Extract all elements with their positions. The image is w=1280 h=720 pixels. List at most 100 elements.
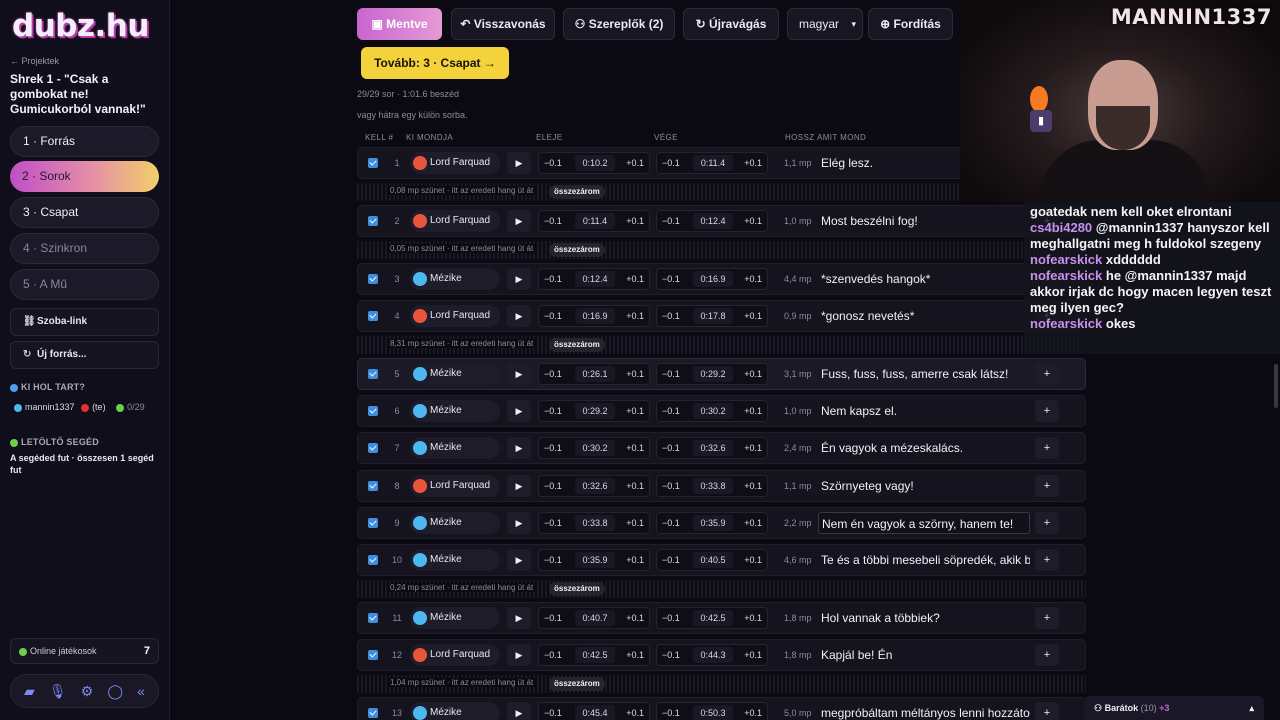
end-minus-button[interactable]: −0.1 — [662, 153, 680, 173]
line-text-input[interactable]: *gonosz nevetés* — [818, 305, 1030, 327]
start-plus-button[interactable]: +0.1 — [626, 269, 644, 289]
start-minus-button[interactable]: −0.1 — [544, 269, 562, 289]
end-minus-button[interactable]: −0.1 — [662, 608, 680, 628]
start-minus-button[interactable]: −0.1 — [544, 513, 562, 533]
end-time-input[interactable]: 0:50.3 — [693, 705, 733, 720]
end-plus-button[interactable]: +0.1 — [744, 608, 762, 628]
start-minus-button[interactable]: −0.1 — [544, 153, 562, 173]
add-line-button[interactable]: + — [1035, 607, 1059, 629]
start-time-input[interactable]: 0:11.4 — [575, 213, 615, 229]
play-button[interactable]: ▶ — [507, 437, 531, 459]
include-checkbox[interactable] — [368, 311, 378, 321]
play-button[interactable]: ▶ — [507, 268, 531, 290]
end-plus-button[interactable]: +0.1 — [744, 645, 762, 665]
speaker-select[interactable]: Mézike — [410, 702, 500, 720]
scrollbar[interactable] — [1274, 364, 1278, 408]
end-minus-button[interactable]: −0.1 — [662, 364, 680, 384]
back-to-projects-link[interactable]: ← Projektek — [10, 56, 59, 66]
include-checkbox[interactable] — [368, 443, 378, 453]
end-plus-button[interactable]: +0.1 — [744, 703, 762, 720]
speaker-select[interactable]: Lord Farquad — [410, 210, 500, 232]
online-players[interactable]: Online játékosok 7 — [10, 638, 159, 664]
merge-gap-button[interactable]: összezárom — [549, 677, 605, 691]
speaker-select[interactable]: Lord Farquad — [410, 475, 500, 497]
speaker-select[interactable]: Mézike — [410, 363, 500, 385]
start-plus-button[interactable]: +0.1 — [626, 513, 644, 533]
include-checkbox[interactable] — [368, 406, 378, 416]
end-minus-button[interactable]: −0.1 — [662, 211, 680, 231]
start-minus-button[interactable]: −0.1 — [544, 364, 562, 384]
collapse-icon[interactable]: « — [137, 683, 145, 699]
line-text-input[interactable]: Nem én vagyok a szörny, hanem te! — [818, 512, 1030, 534]
include-checkbox[interactable] — [368, 555, 378, 565]
start-plus-button[interactable]: +0.1 — [626, 211, 644, 231]
start-plus-button[interactable]: +0.1 — [626, 401, 644, 421]
start-time-input[interactable]: 0:32.6 — [575, 478, 615, 494]
play-button[interactable]: ▶ — [507, 210, 531, 232]
merge-gap-button[interactable]: összezárom — [549, 243, 605, 257]
friends-bar[interactable]: ⚇ Barátok (10) +3 ▴ — [1084, 696, 1264, 720]
start-plus-button[interactable]: +0.1 — [626, 153, 644, 173]
play-button[interactable]: ▶ — [507, 305, 531, 327]
play-button[interactable]: ▶ — [507, 607, 531, 629]
start-time-input[interactable]: 0:16.9 — [575, 308, 615, 324]
end-time-input[interactable]: 0:29.2 — [693, 366, 733, 382]
play-button[interactable]: ▶ — [507, 475, 531, 497]
start-minus-button[interactable]: −0.1 — [544, 438, 562, 458]
end-minus-button[interactable]: −0.1 — [662, 645, 680, 665]
line-text-input[interactable]: Kapjál be! Én — [818, 644, 1030, 666]
play-button[interactable]: ▶ — [507, 549, 531, 571]
end-plus-button[interactable]: +0.1 — [744, 364, 762, 384]
start-time-input[interactable]: 0:30.2 — [575, 440, 615, 456]
start-minus-button[interactable]: −0.1 — [544, 306, 562, 326]
include-checkbox[interactable] — [368, 708, 378, 718]
start-minus-button[interactable]: −0.1 — [544, 550, 562, 570]
line-text-input[interactable]: Hol vannak a többiek? — [818, 607, 1030, 629]
start-minus-button[interactable]: −0.1 — [544, 211, 562, 231]
add-line-button[interactable]: + — [1035, 363, 1059, 385]
end-plus-button[interactable]: +0.1 — [744, 438, 762, 458]
actors-button[interactable]: ⚇ Szereplők (2) — [563, 8, 675, 40]
start-plus-button[interactable]: +0.1 — [626, 476, 644, 496]
play-button[interactable]: ▶ — [507, 400, 531, 422]
include-checkbox[interactable] — [368, 613, 378, 623]
start-time-input[interactable]: 0:12.4 — [575, 271, 615, 287]
add-line-button[interactable]: + — [1035, 644, 1059, 666]
line-text-input[interactable]: megpróbáltam méltányos lenni hozzáto — [818, 702, 1030, 720]
speaker-select[interactable]: Lord Farquad — [410, 152, 500, 174]
end-plus-button[interactable]: +0.1 — [744, 513, 762, 533]
merge-gap-button[interactable]: összezárom — [549, 582, 605, 596]
add-line-button[interactable]: + — [1035, 512, 1059, 534]
saved-button[interactable]: ▣ Mentve — [357, 8, 442, 40]
include-checkbox[interactable] — [368, 650, 378, 660]
speaker-select[interactable]: Mézike — [410, 268, 500, 290]
language-select[interactable]: magyar ▾ — [787, 8, 863, 40]
start-time-input[interactable]: 0:42.5 — [575, 647, 615, 663]
start-minus-button[interactable]: −0.1 — [544, 476, 562, 496]
line-text-input[interactable]: *szenvedés hangok* — [818, 268, 1030, 290]
start-plus-button[interactable]: +0.1 — [626, 608, 644, 628]
line-text-input[interactable]: Te és a többi mesebeli söpredék, akik be — [818, 549, 1030, 571]
merge-gap-button[interactable]: összezárom — [549, 338, 605, 352]
start-plus-button[interactable]: +0.1 — [626, 645, 644, 665]
start-minus-button[interactable]: −0.1 — [544, 608, 562, 628]
end-time-input[interactable]: 0:30.2 — [693, 403, 733, 419]
room-link-button[interactable]: ⛓Szoba-link — [10, 308, 159, 336]
end-minus-button[interactable]: −0.1 — [662, 550, 680, 570]
end-minus-button[interactable]: −0.1 — [662, 703, 680, 720]
speaker-select[interactable]: Lord Farquad — [410, 305, 500, 327]
play-button[interactable]: ▶ — [507, 363, 531, 385]
merge-gap-button[interactable]: összezárom — [549, 185, 605, 199]
step-team[interactable]: 3 · Csapat — [10, 197, 159, 228]
start-plus-button[interactable]: +0.1 — [626, 364, 644, 384]
start-minus-button[interactable]: −0.1 — [544, 703, 562, 720]
end-time-input[interactable]: 0:16.9 — [693, 271, 733, 287]
line-text-input[interactable]: Nem kapsz el. — [818, 400, 1030, 422]
start-plus-button[interactable]: +0.1 — [626, 438, 644, 458]
play-button[interactable]: ▶ — [507, 152, 531, 174]
include-checkbox[interactable] — [368, 274, 378, 284]
end-plus-button[interactable]: +0.1 — [744, 269, 762, 289]
end-minus-button[interactable]: −0.1 — [662, 476, 680, 496]
end-plus-button[interactable]: +0.1 — [744, 476, 762, 496]
end-minus-button[interactable]: −0.1 — [662, 306, 680, 326]
